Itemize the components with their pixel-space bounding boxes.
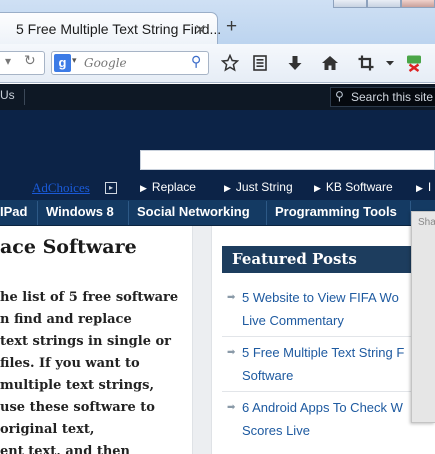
adchoices-link[interactable]: AdChoices [32,180,90,196]
browser-titlebar: 5 Free Multiple Text String Find... × + [0,0,435,44]
nav-item-windows-8[interactable]: Windows 8 [46,204,114,219]
arrow-icon: ➡ [227,347,236,358]
arrow-icon: ➡ [227,292,236,303]
maximize-button[interactable] [367,0,401,8]
site-search[interactable]: ⚲ [330,87,435,107]
nav-divider [37,201,38,225]
arrow-icon: ➡ [227,402,236,413]
featured-post-link[interactable]: 5 Website to View FIFA Wo [242,286,399,309]
search-input[interactable] [84,54,188,72]
browser-tab[interactable]: 5 Free Multiple Text String Find... × [0,12,222,44]
bookmark-star-icon[interactable] [220,53,240,73]
addon-blocked-icon[interactable] [404,53,424,73]
adchoices-icon[interactable]: ▸ [105,182,117,194]
url-bar[interactable]: ▾ ↻ [0,51,45,75]
tab-title: 5 Free Multiple Text String Find... [16,21,222,37]
ad-link[interactable]: ▶ KB Software [314,180,393,194]
ad-links-row: AdChoices ▸ ▶ Replace ▶ Just String ▶ KB So… [0,178,435,200]
crop-icon[interactable] [356,53,376,73]
featured-divider [222,336,435,337]
close-window-button[interactable] [401,0,435,8]
triangle-icon: ▶ [140,183,147,193]
featured-post-link[interactable]: 6 Android Apps To Check W [242,396,403,419]
window-controls [333,0,435,8]
article-text-line: use these software to [0,400,155,415]
share-panel-label: Sha [418,217,435,228]
site-search-icon: ⚲ [335,89,344,103]
minimize-button[interactable] [333,0,367,8]
ad-link[interactable]: ▶ I [416,180,431,194]
ad-link[interactable]: ▶ Just String [224,180,293,194]
url-dropdown-icon[interactable]: ▾ [5,54,11,68]
share-panel[interactable]: Sha [411,211,435,423]
article-text-line: files. If you want to [0,356,140,371]
site-topbar: Us ⚲ [0,84,435,110]
reload-icon[interactable]: ↻ [24,53,36,69]
nav-item-social-networking[interactable]: Social Networking [137,204,250,219]
tab-close-icon[interactable]: × [194,20,207,38]
article-text-line: text strings in single or [0,334,172,349]
featured-posts-header: Featured Posts [222,246,435,273]
article-title: ace Software [0,236,137,258]
home-icon[interactable] [320,53,340,73]
search-icon[interactable]: ⚲ [191,54,201,70]
article-text-line: n find and replace [0,312,132,327]
triangle-icon: ▶ [416,183,423,193]
nav-divider [128,201,129,225]
article-text-line: original text, [0,422,95,437]
featured-post-link[interactable]: Live Commentary [242,309,344,332]
new-tab-button[interactable]: + [226,16,237,38]
google-engine-icon[interactable]: g [54,54,71,72]
category-nav: IPad Windows 8 Social Networking Program… [0,200,435,226]
navigation-toolbar: ▾ ↻ g ▾ ⚲ [0,44,435,83]
article-text-line: multiple text strings, [0,378,154,393]
triangle-icon: ▶ [314,183,321,193]
triangle-icon: ▶ [224,183,231,193]
engine-dropdown-icon[interactable]: ▾ [72,56,77,66]
article-text-line: ent text, and then [0,444,131,454]
banner-ad-field [140,150,435,170]
featured-posts-title: Featured Posts [232,250,357,268]
column-gutter [192,226,212,454]
download-icon[interactable] [285,53,305,73]
site-search-input[interactable] [351,89,435,105]
article-text-line: he list of 5 free software [0,290,179,305]
search-bar[interactable]: g ▾ ⚲ [51,51,209,75]
featured-post-link[interactable]: Software [242,364,293,387]
featured-divider [222,391,435,392]
nav-item-programming-tools[interactable]: Programming Tools [275,204,397,219]
nav-divider [266,201,267,225]
featured-post-link[interactable]: 5 Free Multiple Text String F [242,341,404,364]
featured-post-link[interactable]: Scores Live [242,419,310,442]
ad-link[interactable]: ▶ Replace [140,180,196,194]
reading-list-icon[interactable] [250,53,270,73]
nav-item-ipad[interactable]: IPad [0,204,27,219]
topbar-divider [24,89,25,105]
topbar-link[interactable]: Us [0,88,15,102]
crop-dropdown-icon[interactable] [383,53,397,73]
